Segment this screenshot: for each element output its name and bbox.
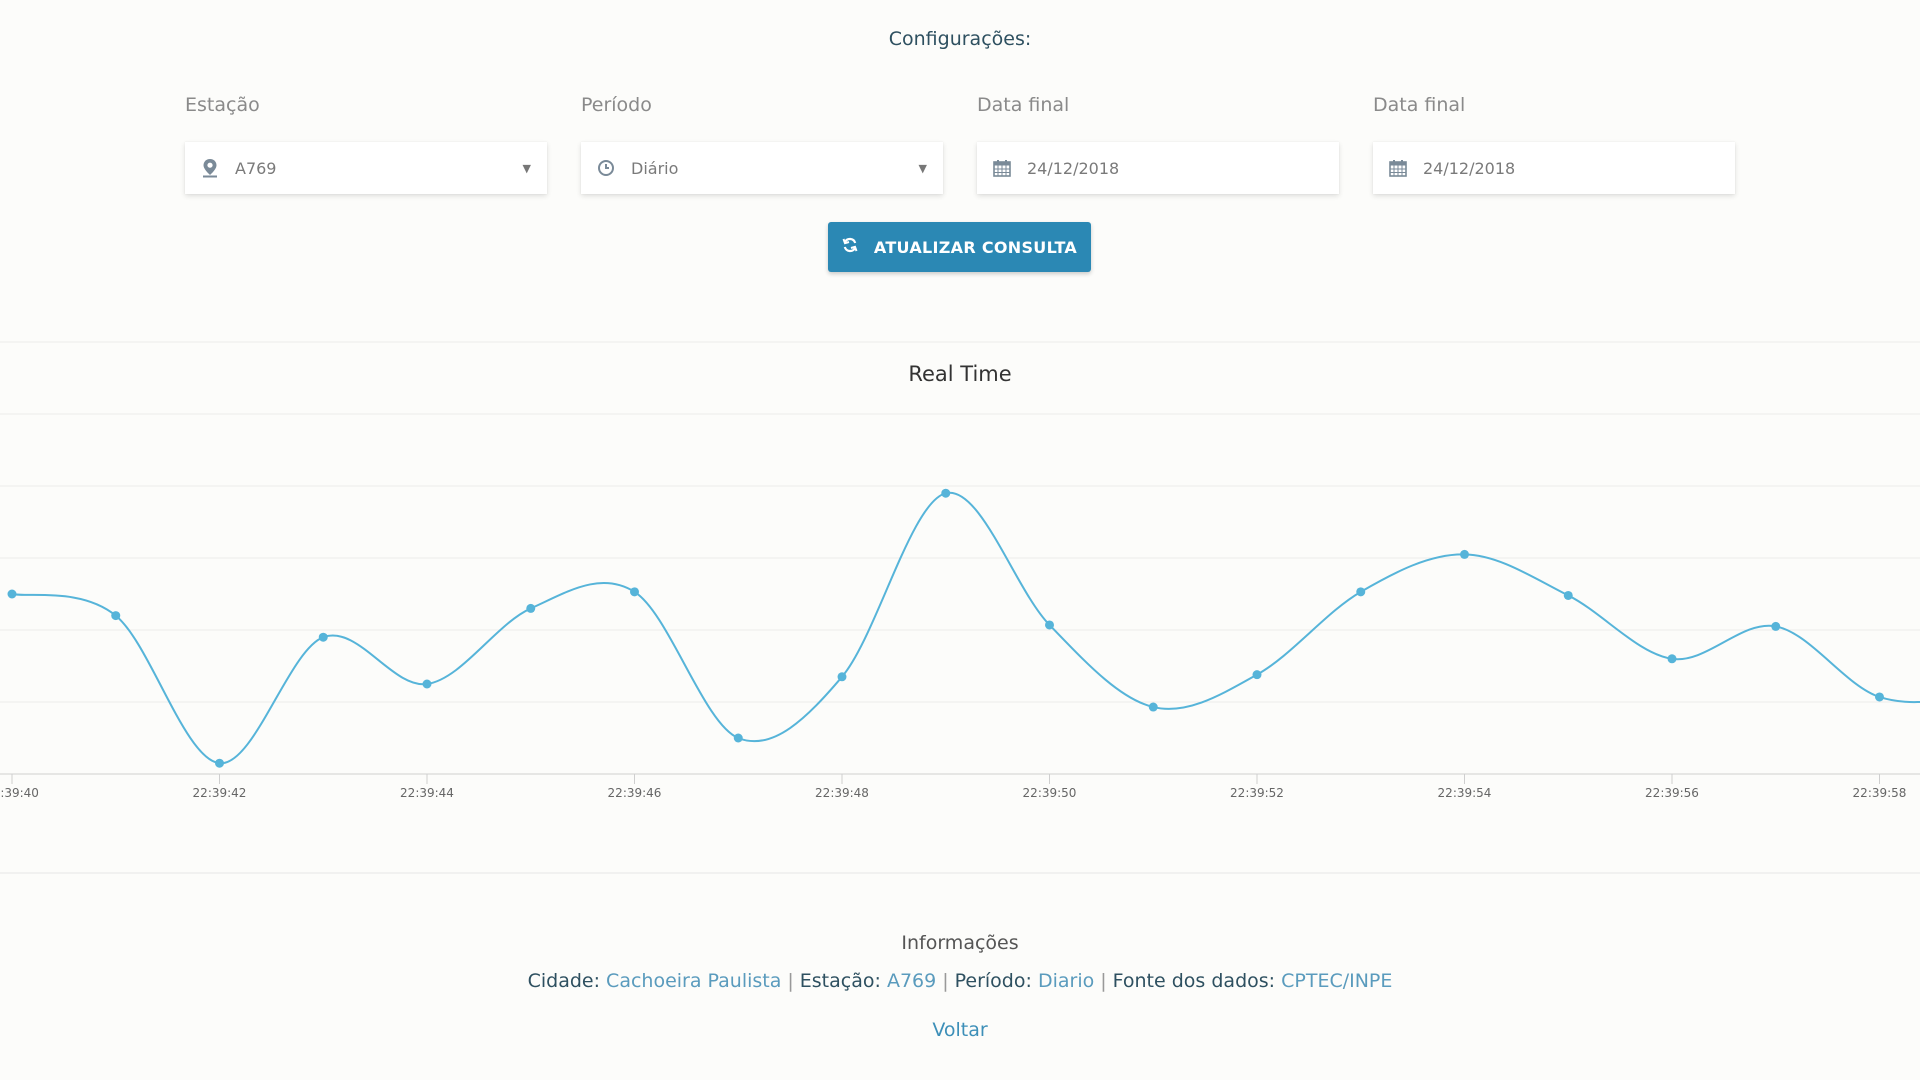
info-title: Informações (901, 932, 1019, 954)
x-tick-label: 22:39:40 (0, 786, 39, 800)
chart-grid (0, 341, 1920, 874)
data-point[interactable] (111, 611, 121, 621)
source-label: Fonte dos dados: (1112, 970, 1276, 992)
x-tick-label: 22:39:44 (400, 786, 454, 800)
separator: | (942, 970, 949, 992)
data-point[interactable] (1045, 620, 1054, 630)
series-line (11, 492, 1920, 765)
data-point[interactable] (1563, 590, 1573, 600)
separator: | (787, 970, 794, 992)
data-point[interactable] (1875, 692, 1884, 702)
x-tick-label: 22:39:42 (193, 786, 247, 800)
x-axis-ticks: 22:39:40 22:39:42 22:39:44 22:39:46 22:39:48… (0, 774, 1906, 800)
realtime-line-chart: 22:39:40 22:39:42 22:39:44 22:39:46 22:39:48… (0, 341, 1920, 874)
info-line: Cidade: Cachoeira Paulista | Estação: A769… (0, 970, 1920, 992)
data-point[interactable] (1356, 587, 1366, 597)
station-info-value: A769 (886, 970, 937, 992)
separator: | (1100, 970, 1107, 992)
data-point[interactable] (1667, 654, 1677, 664)
data-point[interactable] (733, 733, 743, 743)
x-tick-label: 22:39:56 (1645, 786, 1699, 800)
x-tick-label: 22:39:50 (1023, 786, 1077, 800)
x-tick-label: 22:39:58 (1853, 786, 1907, 800)
data-point[interactable] (837, 672, 847, 682)
data-point[interactable] (1460, 549, 1469, 559)
city-label: Cidade: (527, 970, 600, 992)
x-tick-label: 22:39:52 (1230, 786, 1284, 800)
page: Configurações: Estação A769 ▼ Período Di… (0, 0, 1920, 1080)
chart-series (7, 488, 1920, 768)
data-point[interactable] (318, 632, 328, 642)
back-link-row: Voltar (0, 1019, 1920, 1041)
data-point[interactable] (630, 587, 639, 597)
city-value: Cachoeira Paulista (606, 970, 782, 992)
period-info-label: Período: (954, 970, 1032, 992)
source-value: CPTEC/INPE (1281, 970, 1393, 992)
data-point[interactable] (941, 488, 951, 498)
period-info-value: Diario (1037, 970, 1095, 992)
x-tick-label: 22:39:46 (608, 786, 662, 800)
data-point[interactable] (7, 589, 17, 599)
data-point[interactable] (1148, 702, 1158, 712)
back-link[interactable]: Voltar (932, 1019, 987, 1041)
station-info-label: Estação: (799, 970, 881, 992)
data-point[interactable] (1252, 670, 1262, 680)
data-point[interactable] (526, 603, 536, 613)
data-point[interactable] (1771, 621, 1781, 631)
x-tick-label: 22:39:48 (815, 786, 869, 800)
data-point[interactable] (215, 758, 224, 768)
x-tick-label: 22:39:54 (1438, 786, 1492, 800)
data-point[interactable] (422, 679, 432, 689)
